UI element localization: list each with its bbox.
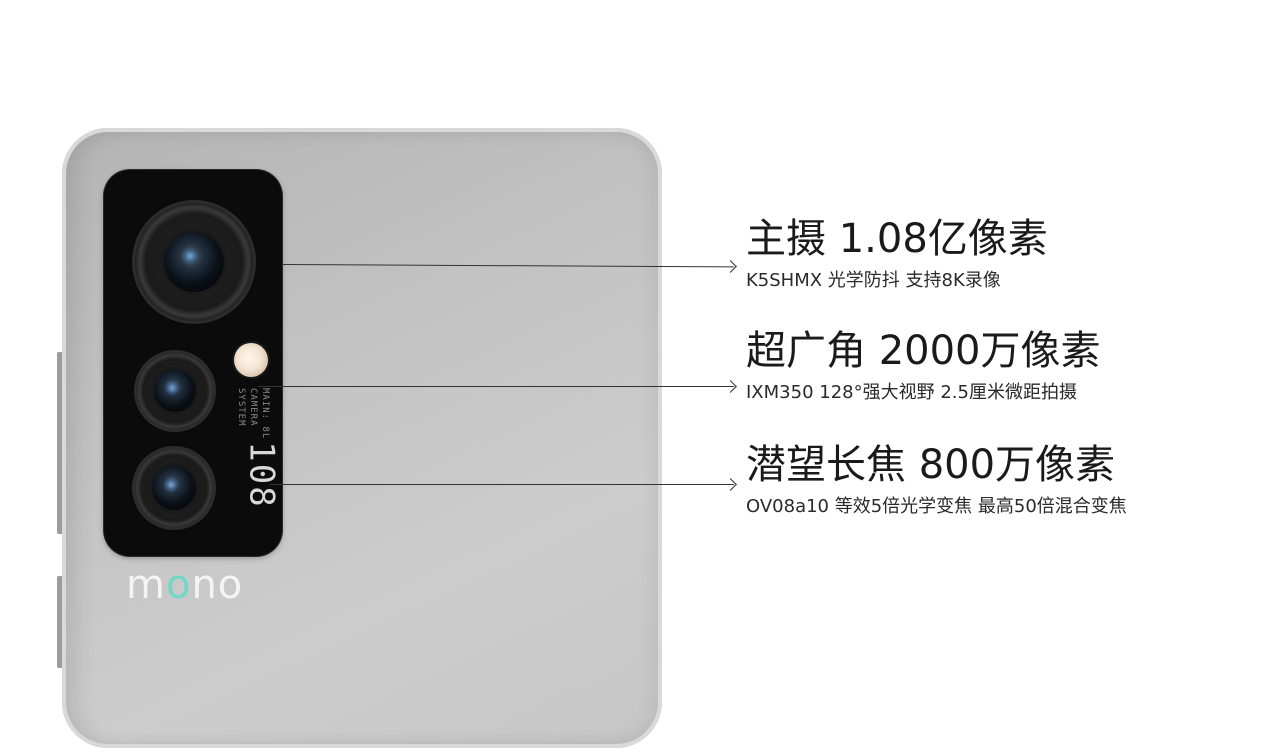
leader-line-telephoto	[270, 484, 734, 485]
volume-button	[57, 352, 62, 534]
feature-subtitle-telephoto: OV08a10 等效5倍光学变焦 最高50倍混合变焦	[746, 496, 1127, 517]
leader-line-ultrawide	[258, 386, 734, 387]
power-button	[57, 576, 62, 668]
product-slide: MAIN: 8L CAMERA SYSTEM 108 mono 主摄 1.08亿…	[0, 0, 1280, 748]
spec-line-3: SYSTEM	[236, 388, 246, 427]
brand-logo: mono	[126, 562, 244, 608]
telephoto-camera-lens	[132, 446, 216, 530]
108mp-badge: 108	[241, 441, 282, 509]
arrow-icon	[724, 478, 737, 491]
flash-led	[234, 343, 268, 377]
arrow-icon	[724, 260, 737, 273]
feature-subtitle-ultrawide: IXM350 128°强大视野 2.5厘米微距拍摄	[746, 382, 1077, 403]
main-camera-lens	[132, 200, 256, 324]
arrow-icon	[724, 380, 737, 393]
feature-title-telephoto: 潜望长焦 800万像素	[746, 442, 1116, 488]
spec-line-2: CAMERA	[248, 388, 258, 427]
feature-subtitle-main: K5SHMX 光学防抖 支持8K录像	[746, 270, 1001, 291]
spec-line-1: MAIN: 8L	[260, 388, 270, 440]
ultrawide-camera-lens	[134, 350, 216, 432]
feature-title-main: 主摄 1.08亿像素	[746, 216, 1048, 262]
feature-title-ultrawide: 超广角 2000万像素	[746, 328, 1101, 374]
